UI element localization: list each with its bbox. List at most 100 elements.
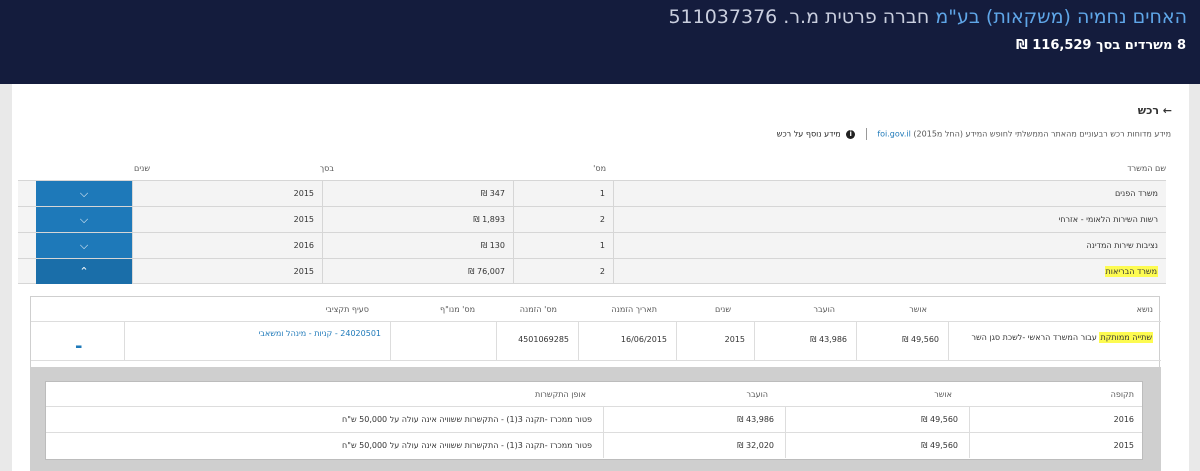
source-site-link[interactable]: foi.gov.il — [877, 130, 911, 139]
company-name[interactable]: האחים נחמיה (משקאות) בע"מ — [935, 6, 1187, 28]
period-year: 2015 — [1113, 441, 1134, 450]
header-count: מס' — [593, 164, 606, 173]
budget-item-link[interactable]: 24020501 - קניות - מינהל ומשאבי — [258, 329, 381, 338]
column-divider — [948, 322, 949, 360]
order-number: 4501069285 — [518, 335, 569, 344]
office-years: 2015 — [132, 207, 322, 232]
period-transferred: 43,986 ₪ — [737, 415, 774, 424]
header-approved: אושר — [909, 305, 927, 314]
more-info-link[interactable]: מידע נוסף על רכש — [777, 130, 841, 139]
company-title: האחים נחמיה (משקאות) בע"מ חברה פרטית מ.ר… — [668, 6, 1187, 28]
header-office: שם המשרד — [1127, 164, 1166, 173]
header-supplier-number: מס' מנו"ף — [440, 305, 475, 314]
header-subject: נושא — [1136, 305, 1153, 314]
office-name: משרד הפנים — [613, 181, 1166, 206]
office-years: 2015 — [132, 181, 322, 206]
period-engagement: פטור ממכרז -תקנה 3(1) - התקשרות ששוויה א… — [342, 441, 592, 450]
office-name: משרד הבריאות — [613, 259, 1166, 284]
table-header: שם המשרד מס' בסך שנים — [18, 158, 1166, 180]
source-text: מידע מדוחות רכש רבעוניים מהאתר הממשלתי ל… — [913, 129, 1171, 139]
table-row[interactable]: נציבות שירות המדינה 1 130 ₪ 2016 ⌵ — [18, 232, 1166, 258]
registration-label: מ.ר. — [783, 6, 820, 28]
column-divider — [390, 322, 391, 360]
column-divider — [676, 322, 677, 360]
column-divider — [603, 433, 604, 458]
chevron-down-icon: ⌵ — [79, 239, 89, 252]
column-divider — [124, 322, 125, 360]
office-amount: 76,007 ₪ — [322, 259, 513, 284]
order-transferred: 43,986 ₪ — [810, 335, 847, 344]
column-divider — [785, 433, 786, 458]
header-transferred: הועבר — [813, 305, 835, 314]
period-transferred: 32,020 ₪ — [737, 441, 774, 450]
column-divider — [969, 433, 970, 458]
column-divider — [496, 322, 497, 360]
order-subject: שתייה ממותקת עבור המשרד הראשי -לשכת סגן … — [953, 331, 1153, 345]
header-years: שנים — [715, 305, 731, 314]
office-name-highlighted: משרד הבריאות — [1104, 266, 1158, 277]
order-row: שתייה ממותקת עבור המשרד הראשי -לשכת סגן … — [31, 321, 1161, 361]
left-margin — [0, 84, 12, 471]
office-amount: 130 ₪ — [322, 233, 513, 258]
order-years: 2015 — [724, 335, 745, 344]
order-details: נושא אושר הועבר שנים תאריך הזמנה מס' הזמ… — [30, 296, 1161, 471]
office-amount: 1,893 ₪ — [322, 207, 513, 232]
period-row: 2016 49,560 ₪ 43,986 ₪ פטור ממכרז -תקנה … — [46, 406, 1142, 432]
office-years: 2015 — [132, 259, 322, 284]
column-divider — [969, 407, 970, 432]
info-icon: i — [846, 129, 856, 139]
procurement-panel: ← רכש מידע מדוחות רכש רבעוניים מהאתר הממ… — [12, 88, 1189, 471]
company-type: חברה פרטית — [825, 6, 930, 28]
expand-button[interactable]: ⌵ — [36, 233, 132, 258]
chevron-down-icon: ⌵ — [79, 213, 89, 226]
header-period: תקופה — [1110, 390, 1134, 399]
office-count: 2 — [513, 207, 613, 232]
periods-header: תקופה אושר הועבר אופן התקשרות — [46, 382, 1142, 406]
divider — [865, 128, 867, 140]
collapse-button[interactable]: ⌃ — [36, 259, 132, 284]
column-divider — [603, 407, 604, 432]
column-divider — [578, 322, 579, 360]
source-line: מידע מדוחות רכש רבעוניים מהאתר הממשלתי ל… — [777, 128, 1171, 140]
column-divider — [856, 322, 857, 360]
period-engagement: פטור ממכרז -תקנה 3(1) - התקשרות ששוויה א… — [342, 415, 592, 424]
period-row: 2015 49,560 ₪ 32,020 ₪ פטור ממכרז -תקנה … — [46, 432, 1142, 458]
chevron-up-icon: ⌃ — [79, 265, 89, 278]
offices-table: שם המשרד מס' בסך שנים משרד הפנים 1 347 ₪… — [18, 158, 1166, 284]
office-name: רשות השירות הלאומי - אזרחי — [613, 207, 1166, 232]
collapse-detail-button[interactable]: - — [75, 336, 82, 357]
back-link[interactable]: ← רכש — [1138, 104, 1172, 117]
subject-rest: עבור המשרד הראשי -לשכת סגן השר — [971, 333, 1097, 342]
office-name: נציבות שירות המדינה — [613, 233, 1166, 258]
order-approved: 49,560 ₪ — [902, 335, 939, 344]
period-approved: 49,560 ₪ — [921, 441, 958, 450]
header-order-date: תאריך הזמנה — [611, 305, 657, 314]
details-header: נושא אושר הועבר שנים תאריך הזמנה מס' הזמ… — [31, 297, 1161, 321]
subject-highlight: שתייה ממותקת — [1099, 332, 1153, 343]
office-amount: 347 ₪ — [322, 181, 513, 206]
header-years: שנים — [134, 164, 150, 173]
page-header: האחים נחמיה (משקאות) בע"מ חברה פרטית מ.ר… — [0, 0, 1200, 84]
header-transferred: הועבר — [746, 390, 768, 399]
table-row-expanded[interactable]: משרד הבריאות 2 76,007 ₪ 2015 ⌃ — [18, 258, 1166, 284]
office-years: 2016 — [132, 233, 322, 258]
office-count: 1 — [513, 181, 613, 206]
header-order-number: מס' הזמנה — [519, 305, 557, 314]
order-date: 16/06/2015 — [620, 335, 667, 344]
header-amount: בסך — [319, 164, 334, 173]
period-year: 2016 — [1113, 415, 1134, 424]
office-count: 1 — [513, 233, 613, 258]
column-divider — [785, 407, 786, 432]
chevron-down-icon: ⌵ — [79, 187, 89, 200]
table-row[interactable]: משרד הפנים 1 347 ₪ 2015 ⌵ — [18, 180, 1166, 206]
table-row[interactable]: רשות השירות הלאומי - אזרחי 2 1,893 ₪ 201… — [18, 206, 1166, 232]
period-approved: 49,560 ₪ — [921, 415, 958, 424]
office-count: 2 — [513, 259, 613, 284]
right-margin — [1189, 84, 1200, 471]
registration-number: 511037376 — [668, 6, 778, 28]
header-budget-item: סעיף תקציבי — [325, 305, 369, 314]
expand-button[interactable]: ⌵ — [36, 207, 132, 232]
expand-button[interactable]: ⌵ — [36, 181, 132, 206]
header-engagement: אופן התקשרות — [534, 390, 586, 399]
header-approved: אושר — [934, 390, 952, 399]
